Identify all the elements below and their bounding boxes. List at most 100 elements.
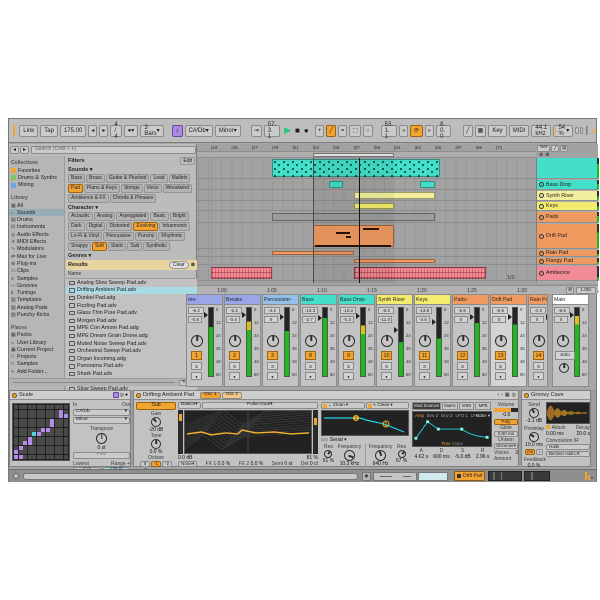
filter-chip-pad[interactable]: Pad	[68, 184, 83, 193]
semi-value[interactable]: 0 st	[284, 461, 292, 467]
solo-button[interactable]: Solo	[555, 351, 575, 360]
pan-knob[interactable]	[381, 335, 393, 347]
scale-grid-cell[interactable]	[19, 410, 23, 414]
scale-grid-cell[interactable]	[28, 423, 32, 427]
mixer-strip-percussion[interactable]: Percussion ◦-4.20012243648603S●	[262, 294, 299, 387]
scale-grid-cell[interactable]	[28, 455, 32, 459]
solo-button[interactable]: S	[381, 362, 392, 370]
sidebar-item-drums-synths[interactable]: Drums & Synths	[9, 174, 64, 181]
track-header-flangy-pad[interactable]: ◦Flangy Pad	[537, 258, 599, 265]
scale-grid-cell[interactable]	[55, 446, 59, 450]
scroll-home-icon[interactable]	[13, 473, 19, 479]
volume-value[interactable]: -0.3	[340, 316, 354, 323]
punch-out-toggle[interactable]: ▹	[425, 125, 434, 137]
list-item[interactable]: Glass Thin Pure Pad.adv	[66, 309, 197, 317]
scale-grid-cell[interactable]	[32, 419, 36, 423]
mixer-strip-drift-pad[interactable]: Drift Pad-5.600122436486013S●	[490, 294, 527, 387]
tempo-field[interactable]: 175.00	[60, 125, 86, 137]
solo-button[interactable]: S	[305, 362, 316, 370]
stop-button[interactable]: ■	[295, 126, 300, 135]
scale-grid-cell[interactable]	[14, 410, 18, 414]
scale-grid-cell[interactable]	[23, 419, 27, 423]
scale-grid-cell[interactable]	[19, 414, 23, 418]
scale-grid-cell[interactable]	[46, 410, 50, 414]
capture-midi-button[interactable]: ⬚	[349, 125, 361, 137]
track-activator[interactable]: 13	[495, 351, 506, 360]
pan-knob[interactable]	[267, 335, 279, 347]
draw-mode-toggle[interactable]: ╱	[463, 125, 473, 137]
results-name-column-header[interactable]: Name	[66, 270, 197, 279]
tab-mod-sources[interactable]: Mod Sources	[412, 402, 441, 410]
chain-minimap[interactable]	[373, 472, 417, 481]
scale-grid[interactable]	[12, 403, 70, 461]
filter-chip-bright[interactable]: Bright	[170, 212, 189, 221]
filter-chip-ambience-fx[interactable]: Ambience & FX	[68, 194, 109, 203]
add-return-icon[interactable]: ⊕	[545, 152, 549, 158]
peak-value[interactable]: -8.2	[378, 307, 394, 314]
track-activator[interactable]: 10	[381, 351, 392, 360]
scale-grid-cell[interactable]	[41, 419, 45, 423]
scale-grid-cell[interactable]	[19, 432, 23, 436]
track-activator[interactable]: 3	[267, 351, 278, 360]
scale-grid-cell[interactable]	[37, 441, 41, 445]
track-fold-icon[interactable]: ◦	[539, 182, 544, 187]
filter-chip-rhythmic[interactable]: Rhythmic	[158, 232, 185, 241]
menu-icon[interactable]: ≡	[591, 126, 596, 136]
scale-grid-cell[interactable]	[37, 446, 41, 450]
device-on-icon[interactable]	[136, 393, 141, 398]
predelay-knob[interactable]	[529, 432, 539, 442]
track-activator[interactable]: 9	[343, 351, 354, 360]
env-slope-toggle[interactable]: Slope	[452, 441, 463, 446]
automation-arm-toggle[interactable]: ╱	[326, 125, 336, 137]
scale-grid-cell[interactable]	[50, 419, 54, 423]
scale-root-selector[interactable]: C#/Db▾	[185, 125, 213, 137]
sidebar-item-instruments[interactable]: ⊟Instruments	[9, 224, 64, 231]
pan-knob[interactable]	[533, 335, 545, 347]
scale-grid-cell[interactable]	[41, 432, 45, 436]
sidebar-item-drums[interactable]: ▤Drums	[9, 216, 64, 223]
track-header-synth-riser[interactable]: ◦Synth Riser	[537, 191, 599, 201]
peak-value[interactable]: -13.3	[302, 307, 318, 314]
scale-grid-cell[interactable]	[23, 437, 27, 441]
filter-chip-static[interactable]: Static	[108, 242, 127, 251]
scale-grid-cell[interactable]	[28, 446, 32, 450]
filter1-header[interactable]: ⌄Clean▾	[321, 402, 365, 409]
mixer-strip-bass-drop[interactable]: Bass Drop ◦-10.2-0.3012243648609S●	[338, 294, 375, 387]
scale-grid-cell[interactable]	[28, 410, 32, 414]
device-scrollbar[interactable]	[23, 473, 358, 480]
scale-grid-cell[interactable]	[59, 446, 63, 450]
overview-toggle-icon[interactable]: ◉	[362, 472, 371, 481]
adsr-value[interactable]: 2.96 s	[476, 454, 490, 460]
scale-grid-cell[interactable]	[28, 437, 32, 441]
arm-button[interactable]: ●	[381, 372, 392, 380]
track-fold-icon[interactable]: ◦	[539, 271, 544, 276]
arm-button[interactable]: ●	[343, 372, 354, 380]
arm-button[interactable]: ●	[419, 372, 430, 380]
volume-slider[interactable]	[494, 408, 518, 412]
scale-grid-cell[interactable]	[19, 428, 23, 432]
mixer-strip-header[interactable]: Keys	[415, 295, 450, 305]
track-activator[interactable]: 2	[229, 351, 240, 360]
filter-group-sounds-label[interactable]: Sounds ▾	[66, 166, 197, 174]
scale-grid-cell[interactable]	[37, 423, 41, 427]
draw-icon[interactable]: ╱	[551, 145, 559, 152]
osc-gain-slider[interactable]	[178, 410, 183, 454]
scale-grid-cell[interactable]	[64, 446, 68, 450]
filter-chip-digital[interactable]: Digital	[86, 222, 106, 231]
scale-grid-cell[interactable]	[14, 441, 18, 445]
matrix-view-icon[interactable]: ▦	[505, 392, 510, 398]
scale-grid-cell[interactable]	[59, 428, 63, 432]
track-activator[interactable]: 11	[419, 351, 430, 360]
scale-grid-cell[interactable]	[41, 450, 45, 454]
mixer-strip-header[interactable]: Bass Drop ◦	[339, 295, 374, 305]
cpu-meter[interactable]: 54 %▾	[553, 125, 573, 137]
track-activator[interactable]: 1	[191, 351, 202, 360]
list-item[interactable]: Drifting Ambient Pad.adv	[66, 287, 197, 295]
track-header-rain-pad[interactable]: ◦Rain Pad	[537, 250, 599, 257]
close-results-icon[interactable]: ⊗	[191, 262, 195, 268]
scale-grid-cell[interactable]	[23, 450, 27, 454]
scale-grid-cell[interactable]	[55, 455, 59, 459]
filter2-header[interactable]: ∿Clean▾	[366, 402, 410, 409]
pan-knob[interactable]	[419, 335, 431, 347]
scale-grid-cell[interactable]	[23, 414, 27, 418]
